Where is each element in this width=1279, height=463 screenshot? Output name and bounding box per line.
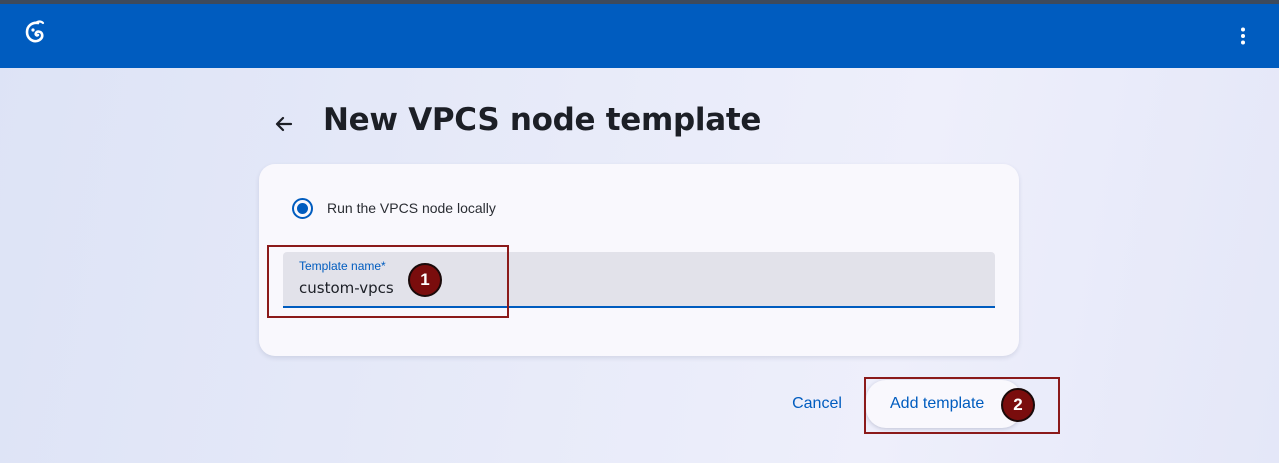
- more-menu-button[interactable]: [1228, 20, 1258, 52]
- annotation-badge-1: 1: [408, 263, 442, 297]
- add-template-button[interactable]: Add template: [866, 380, 1022, 428]
- page-title: New VPCS node template: [323, 102, 762, 138]
- more-vertical-icon: [1241, 27, 1245, 45]
- gns3-logo-icon[interactable]: [23, 20, 47, 46]
- annotation-badge-2: 2: [1001, 388, 1035, 422]
- cancel-button[interactable]: Cancel: [778, 386, 856, 422]
- arrow-left-icon: [275, 116, 293, 132]
- template-name-field[interactable]: Template name*: [283, 252, 995, 308]
- template-name-input[interactable]: [299, 277, 979, 299]
- radio-selected-dot: [297, 202, 308, 214]
- back-button[interactable]: [268, 108, 300, 140]
- app-bar: [0, 4, 1279, 68]
- run-locally-radio[interactable]: Run the VPCS node locally: [292, 197, 496, 219]
- run-locally-label: Run the VPCS node locally: [327, 200, 496, 216]
- template-name-label: Template name*: [299, 259, 386, 273]
- template-form-card: Run the VPCS node locally Template name*: [259, 164, 1019, 356]
- radio-button[interactable]: [292, 197, 313, 219]
